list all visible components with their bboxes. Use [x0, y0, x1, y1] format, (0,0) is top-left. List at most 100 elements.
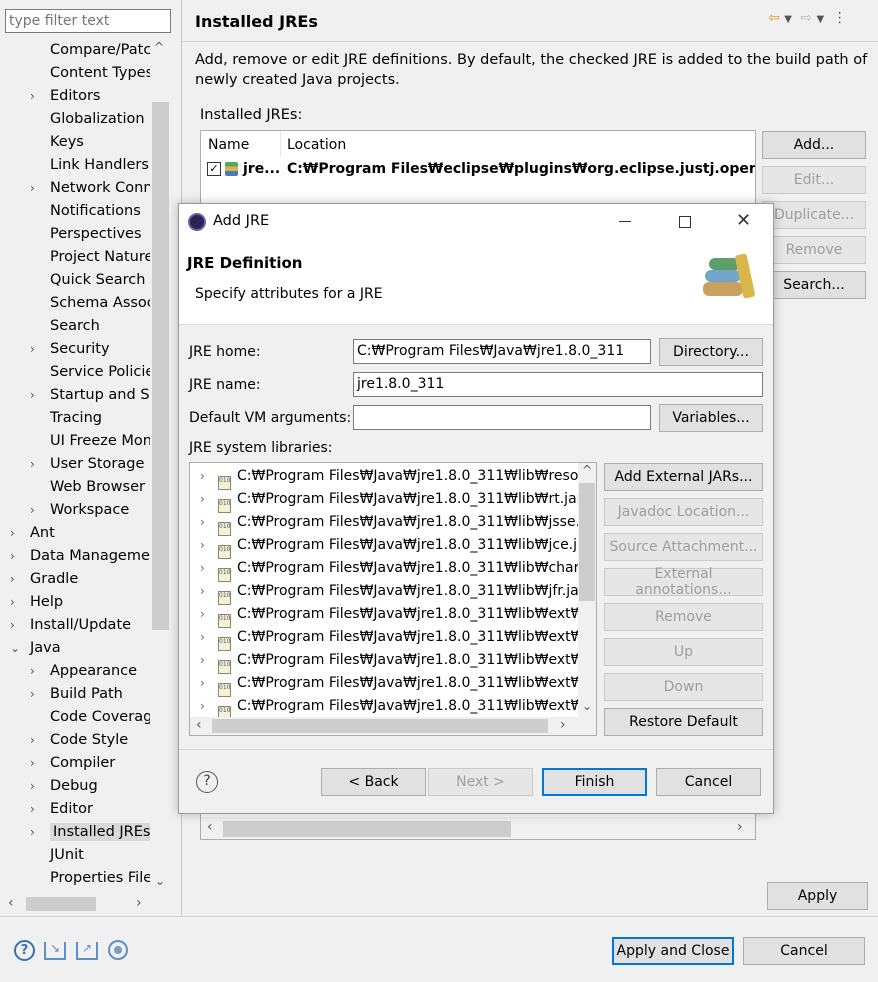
minimize-icon[interactable]: [619, 221, 631, 222]
next-button[interactable]: Next >: [428, 768, 533, 796]
tree-item[interactable]: ⌄ Java: [10, 637, 61, 659]
scroll-right-icon[interactable]: ›: [560, 717, 566, 733]
tree-item[interactable]: › Workspace: [30, 499, 129, 521]
scroll-left-icon[interactable]: ‹: [8, 895, 14, 911]
library-row[interactable]: › 010 C:₩Program Files₩Java₩jre1.8.0_311₩l…: [200, 534, 578, 559]
dialog-help-icon[interactable]: ?: [196, 771, 218, 793]
col-header-location[interactable]: Location: [287, 137, 346, 153]
collapsed-arrow-icon[interactable]: ›: [30, 729, 44, 751]
collapsed-arrow-icon[interactable]: ›: [10, 568, 24, 590]
tree-item[interactable]: Search: [50, 315, 100, 337]
collapsed-arrow-icon[interactable]: ›: [30, 660, 44, 682]
table-hscrollbar[interactable]: ‹ ›: [201, 817, 755, 839]
collapsed-arrow-icon[interactable]: ›: [10, 522, 24, 544]
export-icon[interactable]: ↗: [76, 942, 98, 960]
scroll-up-icon[interactable]: ^: [582, 463, 592, 477]
library-row[interactable]: › 010 C:₩Program Files₩Java₩jre1.8.0_311₩l…: [200, 626, 578, 651]
col-header-name[interactable]: Name: [208, 137, 249, 153]
apply-and-close-button[interactable]: Apply and Close: [612, 937, 734, 965]
libs-vscrollbar[interactable]: ^ ⌄: [578, 463, 596, 717]
tree-item[interactable]: Content Types: [50, 62, 150, 84]
preference-tree[interactable]: Compare/Patch Content Types › Editors Global…: [0, 38, 150, 892]
scroll-down-icon[interactable]: ⌄: [155, 874, 165, 888]
collapsed-arrow-icon[interactable]: ›: [200, 626, 218, 649]
edit-jre-button[interactable]: Edit...: [762, 166, 866, 194]
table-row[interactable]: ✓ jre... C:₩Program Files₩eclipse₩plugin…: [201, 158, 755, 182]
external-annotations-button[interactable]: External annotations...: [604, 566, 763, 598]
tree-item[interactable]: › User Storage Service: [30, 453, 150, 475]
directory-button[interactable]: Directory...: [659, 338, 763, 366]
jre-checkbox[interactable]: ✓: [207, 162, 221, 176]
add-jre-dialog[interactable]: Add JRE ✕ JRE Definition Specify attribu…: [178, 203, 774, 814]
collapsed-arrow-icon[interactable]: ›: [30, 177, 44, 199]
forward-menu-icon[interactable]: ▼: [817, 14, 825, 25]
collapsed-arrow-icon[interactable]: ›: [30, 683, 44, 705]
libraries-list[interactable]: › 010 C:₩Program Files₩Java₩jre1.8.0_311₩l…: [189, 462, 597, 736]
back-arrow-icon[interactable]: ⇦: [768, 10, 780, 26]
source-attachment-button[interactable]: Source Attachment...: [604, 533, 763, 561]
tree-item[interactable]: Link Handlers: [50, 154, 149, 176]
tree-item[interactable]: Quick Search: [50, 269, 145, 291]
import-icon[interactable]: ↘: [44, 942, 66, 960]
library-row[interactable]: › 010 C:₩Program Files₩Java₩jre1.8.0_311₩l…: [200, 649, 578, 674]
collapsed-arrow-icon[interactable]: ›: [30, 821, 44, 843]
collapsed-arrow-icon[interactable]: ›: [10, 614, 24, 636]
javadoc-location-button[interactable]: Javadoc Location...: [604, 498, 763, 526]
tree-vertical-scrollbar[interactable]: ^ ⌄: [151, 38, 170, 892]
scroll-right-icon[interactable]: ›: [136, 895, 142, 911]
finish-button[interactable]: Finish: [542, 768, 647, 796]
tree-item[interactable]: UI Freeze Monitoring: [50, 430, 150, 452]
add-external-jars-button[interactable]: Add External JARs...: [604, 463, 763, 491]
collapsed-arrow-icon[interactable]: ›: [10, 545, 24, 567]
collapsed-arrow-icon[interactable]: ›: [30, 453, 44, 475]
tree-item[interactable]: › Appearance: [30, 660, 137, 682]
help-icon[interactable]: ?: [14, 940, 35, 961]
tree-item[interactable]: Globalization: [50, 108, 145, 130]
tree-item[interactable]: Properties Files Editor: [50, 867, 150, 889]
tree-horizontal-scrollbar[interactable]: ‹ ›: [0, 894, 170, 914]
tree-item[interactable]: › Help: [10, 591, 63, 613]
back-button[interactable]: < Back: [321, 768, 426, 796]
collapsed-arrow-icon[interactable]: ›: [200, 465, 218, 488]
tree-item[interactable]: › Code Style: [30, 729, 128, 751]
tree-item[interactable]: › Install/Update: [10, 614, 131, 636]
collapsed-arrow-icon[interactable]: ›: [200, 603, 218, 626]
tree-item[interactable]: › Network Connections: [30, 177, 150, 199]
hscroll-thumb[interactable]: [223, 821, 511, 837]
back-menu-icon[interactable]: ▼: [784, 14, 792, 25]
scroll-up-icon[interactable]: ^: [154, 40, 164, 54]
tree-item[interactable]: Project Natures: [50, 246, 150, 268]
vm-args-input[interactable]: [353, 405, 651, 430]
library-row[interactable]: › 010 C:₩Program Files₩Java₩jre1.8.0_311₩l…: [200, 603, 578, 628]
library-row[interactable]: › 010 C:₩Program Files₩Java₩jre1.8.0_311₩l…: [200, 695, 578, 717]
scroll-thumb[interactable]: [152, 102, 169, 630]
collapsed-arrow-icon[interactable]: ›: [200, 557, 218, 580]
libs-hscrollbar[interactable]: ‹ ›: [190, 717, 596, 735]
collapsed-arrow-icon[interactable]: ›: [30, 752, 44, 774]
collapsed-arrow-icon[interactable]: ›: [30, 499, 44, 521]
tree-item[interactable]: Service Policies: [50, 361, 150, 383]
tree-item[interactable]: Schema Associations: [50, 292, 150, 314]
collapsed-arrow-icon[interactable]: ›: [30, 775, 44, 797]
maximize-icon[interactable]: [679, 216, 691, 228]
scroll-left-icon[interactable]: ‹: [207, 819, 213, 835]
jre-home-input[interactable]: C:₩Program Files₩Java₩jre1.8.0_311: [353, 339, 651, 364]
tree-item[interactable]: › Ant: [10, 522, 55, 544]
cancel-button[interactable]: Cancel: [743, 937, 865, 965]
filter-input[interactable]: [5, 9, 171, 33]
collapsed-arrow-icon[interactable]: ›: [10, 591, 24, 613]
tree-item[interactable]: Web Browser: [50, 476, 145, 498]
record-icon[interactable]: [108, 940, 128, 960]
remove-library-button[interactable]: Remove: [604, 603, 763, 631]
scroll-left-icon[interactable]: ‹: [196, 717, 202, 733]
tree-item[interactable]: › Build Path: [30, 683, 123, 705]
scroll-right-icon[interactable]: ›: [737, 819, 743, 835]
collapsed-arrow-icon[interactable]: ›: [200, 649, 218, 672]
collapsed-arrow-icon[interactable]: ›: [200, 580, 218, 603]
scroll-down-icon[interactable]: ⌄: [582, 699, 592, 713]
collapsed-arrow-icon[interactable]: ›: [200, 511, 218, 534]
tree-item[interactable]: JUnit: [50, 844, 84, 866]
add-jre-button[interactable]: Add...: [762, 131, 866, 159]
library-row[interactable]: › 010 C:₩Program Files₩Java₩jre1.8.0_311₩l…: [200, 557, 578, 582]
down-button[interactable]: Down: [604, 673, 763, 701]
